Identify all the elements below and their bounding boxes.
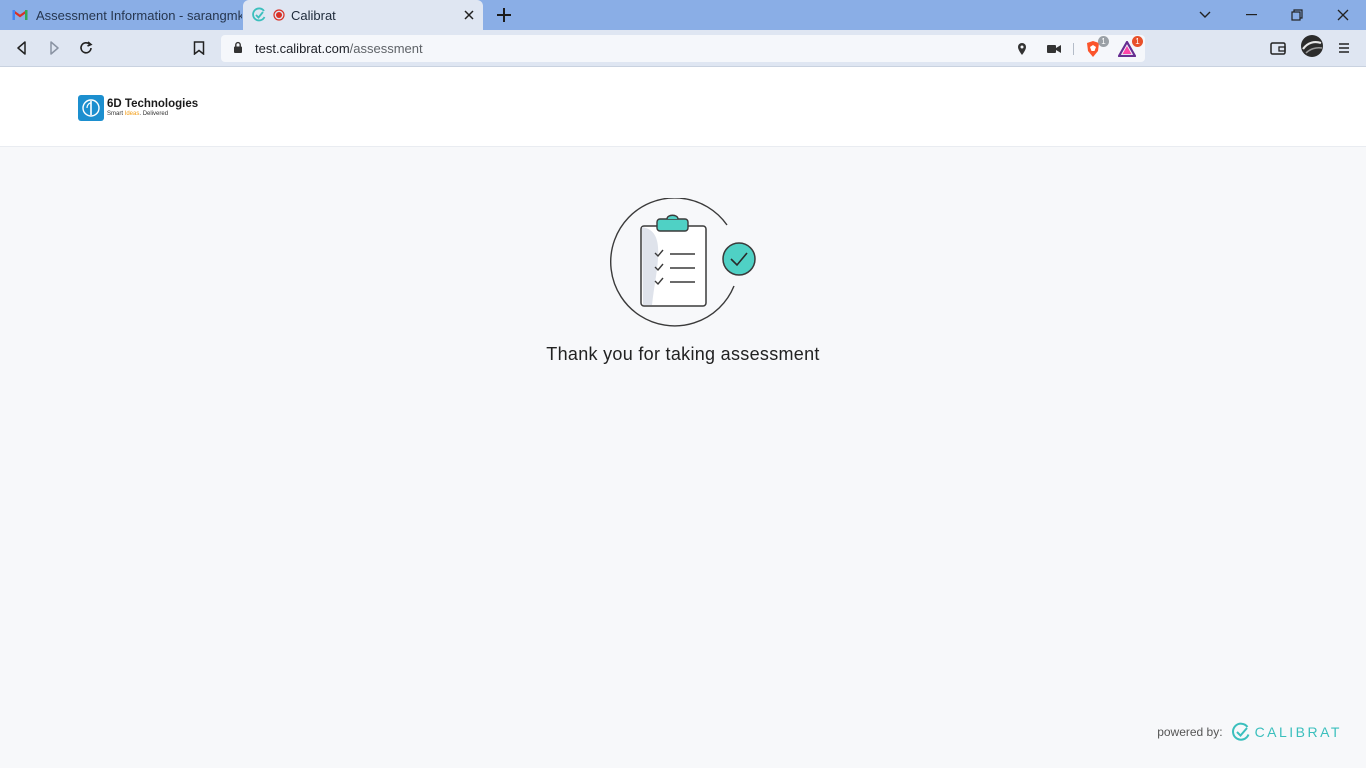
browser-toolbar: test.calibrat.com/assessment 1 1 — [0, 30, 1366, 67]
lock-icon — [233, 41, 243, 59]
tab-strip: Assessment Information - sarangmk.m Cali… — [0, 0, 1366, 30]
calibrat-logo-icon — [1231, 722, 1251, 742]
shields-badge: 1 — [1098, 36, 1109, 47]
camera-icon[interactable] — [1044, 39, 1064, 59]
tab-title: Calibrat — [291, 7, 336, 23]
logo-tag-end: . Delivered — [139, 111, 169, 117]
calibrat-brand[interactable]: CALIBRAT — [1255, 724, 1342, 740]
logo-mark-icon — [78, 95, 104, 121]
menu-icon[interactable] — [1332, 37, 1356, 59]
rewards-badge: 1 — [1132, 36, 1143, 47]
minimize-button[interactable] — [1228, 0, 1274, 30]
recording-icon — [273, 9, 285, 21]
close-icon[interactable] — [461, 7, 477, 23]
separator — [1073, 43, 1074, 55]
gmail-icon — [12, 9, 28, 21]
page-content: 6D Technologies Smart Ideas. Delivered T… — [0, 67, 1366, 768]
tab-assessment-information[interactable]: Assessment Information - sarangmk.m — [0, 0, 242, 30]
close-window-button[interactable] — [1320, 0, 1366, 30]
powered-by-label: powered by: — [1157, 725, 1223, 739]
wallet-icon[interactable] — [1266, 37, 1290, 59]
bookmark-icon[interactable] — [187, 37, 211, 59]
tab-title: Assessment Information - sarangmk.m — [36, 7, 242, 23]
powered-by: powered by: CALIBRAT — [1157, 722, 1342, 742]
logo-name: 6D Technologies — [107, 98, 199, 110]
restore-button[interactable] — [1274, 0, 1320, 30]
reload-button[interactable] — [74, 37, 98, 59]
new-tab-button[interactable] — [494, 5, 514, 25]
url-path: /assessment — [349, 41, 423, 56]
url-host: test.calibrat.com — [255, 41, 350, 56]
profile-avatar[interactable] — [1300, 35, 1324, 57]
forward-button[interactable] — [42, 37, 66, 59]
logo-text: 6D Technologies Smart Ideas. Delivered — [107, 98, 198, 118]
logo-tag-mid: Ideas — [124, 111, 140, 117]
brave-rewards-icon[interactable]: 1 — [1117, 36, 1143, 59]
site-header: 6D Technologies Smart Ideas. Delivered — [0, 67, 1366, 147]
logo-tagline: Smart Ideas. Delivered — [107, 110, 198, 118]
logo-tag-start: Smart — [107, 111, 125, 117]
brave-shields-icon[interactable]: 1 — [1083, 36, 1109, 59]
url-text: test.calibrat.com/assessment — [255, 41, 423, 56]
calibrat-icon — [251, 7, 267, 23]
thank-you-message: Thank you for taking assessment — [546, 344, 820, 364]
location-icon[interactable] — [1012, 39, 1032, 59]
tab-search-button[interactable] — [1182, 0, 1228, 30]
tab-calibrat[interactable]: Calibrat — [243, 0, 483, 30]
address-bar[interactable]: test.calibrat.com/assessment 1 1 — [221, 35, 1145, 62]
company-logo[interactable]: 6D Technologies Smart Ideas. Delivered — [78, 95, 198, 121]
completed-clipboard-illustration — [608, 197, 760, 330]
back-button[interactable] — [10, 37, 34, 59]
